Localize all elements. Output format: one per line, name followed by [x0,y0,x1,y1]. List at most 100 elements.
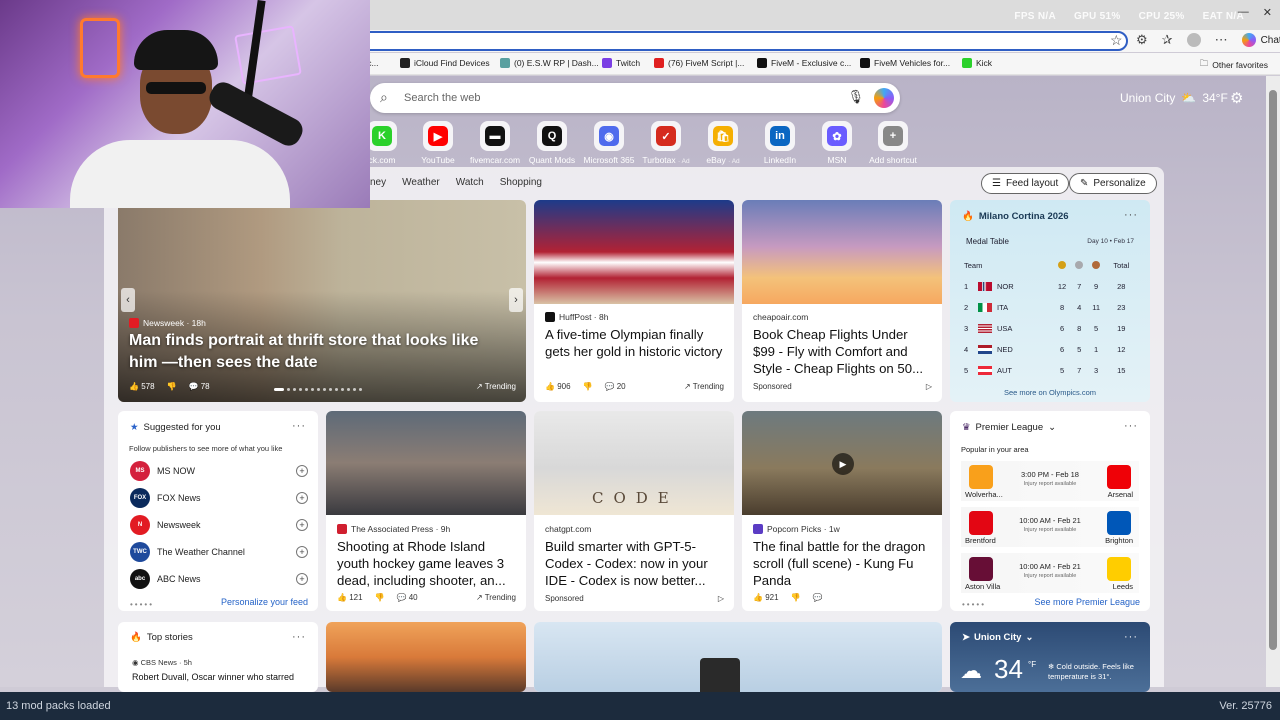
favorites-icon[interactable]: ✰ [1162,32,1173,48]
web-search-box[interactable]: ⌕ Search the web 🎙 [370,83,900,113]
see-more-olympics-link[interactable]: See more on Olympics.com [950,388,1150,397]
dislike-icon[interactable]: 👎 [375,593,385,602]
comment-button[interactable]: 💬 20 [605,382,626,391]
comment-button[interactable]: 💬 40 [397,593,418,602]
news-card-partial[interactable] [534,622,942,692]
carousel-next-icon[interactable]: › [509,288,523,312]
shortcut-tile[interactable]: ◉ Microsoft 365 [577,121,641,165]
card-title[interactable]: A five-time Olympian finally gets her go… [545,326,724,360]
more-options-icon[interactable]: ··· [1124,209,1138,221]
ad-choice-icon[interactable]: ▷ [718,594,724,603]
shortcut-tile[interactable]: ▶ YouTube [406,121,470,165]
more-options-icon[interactable]: ··· [1124,420,1138,432]
personalize-button[interactable]: ✎ Personalize [1069,173,1157,194]
dislike-icon[interactable]: 👎 [167,382,177,391]
weather-widget-header[interactable]: ➤ Union City ⌄ [962,632,1033,643]
video-card[interactable]: ▶ Popcorn Picks · 1w The final battle fo… [742,411,942,611]
more-menu-icon[interactable]: ⋯ [1215,32,1228,48]
shortcut-tile[interactable]: ✓ Turbotax · Ad [634,121,698,165]
favorite-item[interactable]: iCloud Find Devices [400,58,490,68]
publisher-item[interactable]: TWC The Weather Channel + [130,542,308,562]
like-button[interactable]: 👍 921 [753,593,779,602]
shortcut-tile[interactable]: ▬ fivemcar.com [463,121,527,165]
card-title[interactable]: Shooting at Rhode Island youth hockey ga… [337,538,516,589]
page-scrollbar[interactable] [1266,76,1280,687]
feed-tab-shopping[interactable]: Shopping [500,177,542,188]
huffpost-logo-icon [545,312,555,322]
dislike-icon[interactable]: 👎 [583,382,593,391]
chat-button[interactable]: Chat [1241,33,1280,47]
favorite-item[interactable]: (0) E.S.W RP | Dash... [500,58,599,68]
favorite-item[interactable]: FiveM Vehicles for... [860,58,950,68]
close-icon[interactable]: ✕ [1263,6,1272,19]
publisher-item[interactable]: FOX FOX News + [130,488,308,508]
comment-icon[interactable]: 💬 [813,593,823,602]
medal-subtitle: Medal Table [966,237,1009,246]
card-title[interactable]: Book Cheap Flights Under $99 - Fly with … [753,326,932,377]
dislike-icon[interactable]: 👎 [791,593,801,602]
feed-layout-button[interactable]: ☰ Feed layout [981,173,1070,194]
comment-button[interactable]: 💬 78 [189,382,210,391]
copilot-search-icon[interactable] [874,88,894,108]
shortcut-tile[interactable]: in LinkedIn [748,121,812,165]
like-button[interactable]: 👍 121 [337,593,363,602]
follow-plus-icon[interactable]: + [296,573,308,585]
like-button[interactable]: 👍 906 [545,382,571,391]
profile-avatar[interactable] [1186,33,1201,47]
olympian-image [534,200,734,304]
follow-plus-icon[interactable]: + [296,546,308,558]
more-options-icon[interactable]: ··· [1124,631,1138,643]
minimize-icon[interactable]: — [1238,6,1249,19]
hero-news-card[interactable]: ‹ › Newsweek · 18h Man finds portrait at… [118,200,526,402]
microphone-icon[interactable]: 🎙 [847,89,864,105]
sponsored-card[interactable]: cheapoair.com Book Cheap Flights Under $… [742,200,942,402]
ad-choice-icon[interactable]: ▷ [926,382,932,391]
favorite-item[interactable]: Twitch [602,58,640,68]
like-button[interactable]: 👍 578 [129,382,155,391]
follow-plus-icon[interactable]: + [296,519,308,531]
play-icon[interactable]: ▶ [832,453,854,475]
sponsored-card[interactable]: CODE chatgpt.com Build smarter with GPT-… [534,411,734,611]
silver-count: 5 [1077,345,1082,354]
shortcut-tile[interactable]: Q Quant Mods [520,121,584,165]
favorite-star-icon[interactable]: ☆ [1110,32,1123,49]
news-card-partial[interactable] [326,622,526,692]
extensions-icon[interactable]: ⚙ [1136,32,1148,48]
card-title[interactable]: Build smarter with GPT-5-Codex - Codex: … [545,538,724,589]
shortcut-tile[interactable]: + Add shortcut [861,121,925,165]
see-more-premier-league-link[interactable]: See more Premier League [1034,597,1140,607]
publisher-item[interactable]: N Newsweek + [130,515,308,535]
personalize-feed-link[interactable]: Personalize your feed [221,597,308,607]
carousel-prev-icon[interactable]: ‹ [121,288,135,312]
match-row[interactable]: Brentford Brighton 10:00 AM - Feb 21 Injury… [961,507,1139,547]
feed-tab[interactable]: ney [370,177,386,188]
feed-tab-weather[interactable]: Weather [402,177,440,188]
feed-tab-watch[interactable]: Watch [456,177,484,188]
news-card[interactable]: HuffPost · 8h A five-time Olympian final… [534,200,734,402]
card-title[interactable]: The final battle for the dragon scroll (… [753,538,932,589]
favorite-item[interactable]: Kick [962,58,992,68]
news-card[interactable]: The Associated Press · 9h Shooting at Rh… [326,411,526,611]
premier-league-header[interactable]: ♛ Premier League ⌄ [962,422,1056,433]
star-icon: ★ [130,422,139,433]
more-options-icon[interactable]: ··· [292,631,306,643]
url-input[interactable] [360,31,1128,51]
match-row[interactable]: Aston Villa Leeds 10:00 AM - Feb 21 Injury … [961,553,1139,593]
card-source: cheapoair.com [753,312,809,322]
shortcut-tile[interactable]: ✿ MSN [805,121,869,165]
hero-title[interactable]: Man finds portrait at thrift store that … [129,330,506,374]
follow-plus-icon[interactable]: + [296,492,308,504]
scroll-thumb[interactable] [1269,90,1277,650]
publisher-item[interactable]: MS MS NOW + [130,461,308,481]
favorite-item[interactable]: (76) FiveM Script |... [654,58,744,68]
story-headline[interactable]: Robert Duvall, Oscar winner who starred [132,672,294,682]
follow-plus-icon[interactable]: + [296,465,308,477]
other-favorites[interactable]: 🗀 Other favorites [1200,58,1268,72]
favorite-item[interactable]: FiveM - Exclusive c... [757,58,851,68]
publisher-item[interactable]: abc ABC News + [130,569,308,589]
more-options-icon[interactable]: ··· [292,420,306,432]
shortcut-tile[interactable]: 🛍 eBay · Ad [691,121,755,165]
settings-gear-icon[interactable]: ⚙ [1230,89,1243,107]
match-row[interactable]: Wolverha... Arsenal 3:00 PM - Feb 18 Injury… [961,461,1139,501]
weather-summary[interactable]: Union City ⛅ 34°F [1120,91,1228,105]
